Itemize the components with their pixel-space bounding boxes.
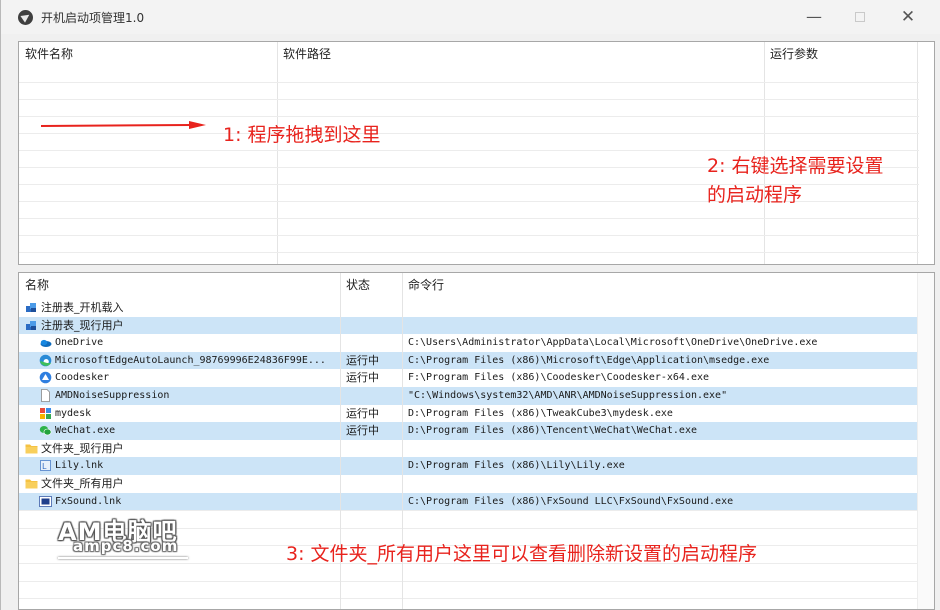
item-name: MicrosoftEdgeAutoLaunch_98769996E24836F9… [55, 354, 326, 366]
startup-list-header: 名称 状态 命令行 [19, 273, 934, 299]
item-name: 注册表_开机载入 [41, 301, 124, 314]
column-header-software-name[interactable]: 软件名称 [19, 42, 277, 70]
column-divider [917, 42, 918, 264]
drop-list-header: 软件名称 软件路径 运行参数 [19, 42, 934, 70]
registry-icon [25, 301, 38, 314]
item-status [346, 387, 401, 405]
item-status [346, 334, 401, 352]
maximize-icon [855, 12, 865, 22]
grid-line [19, 598, 919, 600]
item-name: 注册表_现行用户 [41, 318, 124, 332]
app-window: 开机启动项管理1.0 — ✕ 软件名称 软件路径 运行参数 名称 状态 命令行 [0, 0, 940, 610]
grid-line [19, 133, 919, 134]
item-status: 运行中 [346, 353, 379, 367]
grid-line [19, 235, 919, 236]
grid-line [19, 99, 919, 100]
annotation-drag-here: 1: 程序拖拽到这里 [223, 124, 381, 146]
startup-item-row[interactable]: mydesk 运行中 D:\Program Files (x86)\TweakCub… [19, 405, 917, 423]
fxsound-icon [39, 495, 52, 508]
column-header-name[interactable]: 名称 [19, 273, 340, 301]
item-status: 运行中 [346, 371, 379, 385]
startup-item-row[interactable]: MicrosoftEdgeAutoLaunch_98769996E24836F9… [19, 351, 917, 370]
item-command-line: C:\Program Files (x86)\FxSound LLC\FxSou… [408, 495, 734, 507]
item-command-line [408, 440, 916, 458]
grid-line [19, 82, 919, 83]
edge-icon [39, 354, 52, 367]
onedrive-icon [39, 336, 52, 349]
startup-item-row[interactable]: FxSound.lnk C:\Program Files (x86)\FxSoun… [19, 492, 917, 511]
folder-icon [25, 477, 38, 490]
watermark-url: ampc8.com [73, 537, 179, 555]
group-row[interactable]: 文件夹_现行用户 [19, 440, 917, 458]
wechat-icon [39, 424, 52, 437]
column-header-run-args[interactable]: 运行参数 [764, 42, 914, 70]
item-name: mydesk [55, 407, 92, 419]
column-divider [277, 42, 278, 264]
item-name: Lily.lnk [55, 460, 104, 472]
item-status [346, 299, 401, 317]
item-name: OneDrive [55, 337, 104, 349]
item-status: 运行中 [346, 424, 379, 438]
app-icon [18, 10, 33, 25]
file-icon [39, 389, 52, 402]
registry-icon [25, 319, 38, 332]
lily-icon: L [39, 459, 52, 472]
group-row[interactable]: 文件夹_所有用户 [19, 475, 917, 493]
item-command-line [408, 317, 916, 335]
item-name: 文件夹_现行用户 [41, 441, 124, 455]
annotation-folder-all-users: 3: 文件夹_所有用户这里可以查看删除新设置的启动程序 [286, 543, 758, 565]
svg-text:L: L [42, 462, 47, 471]
item-status: 运行中 [346, 406, 379, 420]
item-command-line: D:\Program Files (x86)\Tencent\WeChat\We… [408, 425, 697, 437]
vertical-scrollbar[interactable] [917, 273, 934, 609]
item-command-line: D:\Program Files (x86)\TweakCube3\mydesk… [408, 407, 673, 419]
group-row[interactable]: 注册表_现行用户 [19, 316, 917, 335]
item-command-line: C:\Users\Administrator\AppData\Local\Mic… [408, 337, 818, 349]
grid-line [19, 218, 919, 219]
folder-icon [25, 442, 38, 455]
grid-line [19, 252, 919, 253]
item-name: WeChat.exe [55, 425, 116, 437]
item-name: FxSound.lnk [55, 495, 122, 507]
item-command-line [408, 299, 916, 317]
grid-line [19, 116, 919, 117]
item-name: 文件夹_所有用户 [41, 477, 124, 490]
close-button[interactable]: ✕ [885, 2, 931, 32]
minimize-button[interactable]: — [791, 2, 837, 32]
annotation-right-click-1: 2: 右键选择需要设置 [707, 155, 884, 177]
mydesk-icon [39, 407, 52, 420]
item-status [346, 317, 401, 335]
item-status [346, 457, 401, 475]
maximize-button[interactable] [837, 2, 883, 32]
item-name: AMDNoiseSuppression [55, 390, 170, 401]
item-status [346, 475, 401, 493]
watermark-divider [58, 557, 188, 559]
group-row[interactable]: 注册表_开机载入 [19, 299, 917, 317]
item-command-line: D:\Program Files (x86)\Lily\Lily.exe [408, 460, 625, 472]
startup-item-row[interactable]: WeChat.exe 运行中 D:\Program Files (x86)\Tenc… [19, 422, 917, 440]
startup-item-row[interactable]: OneDrive C:\Users\Administrator\AppData\L… [19, 334, 917, 352]
window-title: 开机启动项管理1.0 [41, 11, 145, 25]
item-command-line [408, 475, 916, 493]
annotation-right-click-2: 的启动程序 [707, 184, 803, 206]
item-command-line: F:\Program Files (x86)\Coodesker\Coodesk… [408, 372, 710, 384]
item-command-line: "C:\Windows\system32\AMD\ANR\AMDNoiseSup… [408, 390, 728, 401]
item-name: Coodesker [55, 372, 110, 384]
startup-item-row[interactable]: L Lily.lnk D:\Program Files (x86)\Lily\Lil… [19, 457, 917, 475]
column-header-software-path[interactable]: 软件路径 [277, 42, 764, 70]
item-command-line: C:\Program Files (x86)\Microsoft\Edge\Ap… [408, 354, 770, 366]
item-status [346, 493, 401, 511]
column-header-command-line[interactable]: 命令行 [402, 273, 917, 301]
coodesker-icon [39, 371, 52, 384]
drag-arrow-icon [41, 121, 206, 129]
item-status [346, 440, 401, 458]
column-header-status[interactable]: 状态 [340, 273, 402, 301]
title-bar[interactable]: 开机启动项管理1.0 — ✕ [1, 0, 940, 34]
grid-line [19, 580, 919, 582]
startup-item-row[interactable]: AMDNoiseSuppression "C:\Windows\system32\… [19, 387, 917, 405]
startup-item-row[interactable]: Coodesker 运行中 F:\Program Files (x86)\Coode… [19, 369, 917, 387]
